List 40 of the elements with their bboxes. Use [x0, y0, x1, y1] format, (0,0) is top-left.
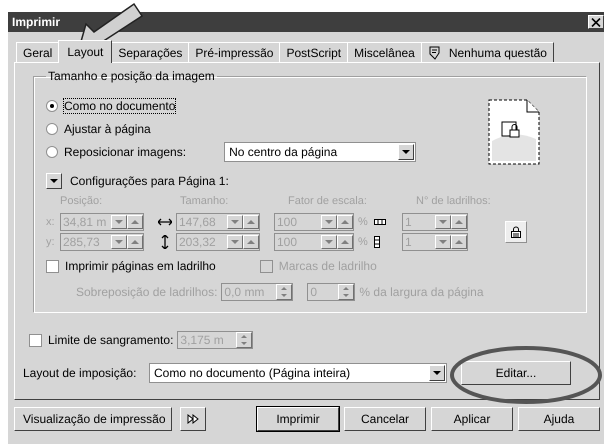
horizontal-tiles-icon	[374, 218, 386, 224]
field-label: Layout de imposição:	[23, 366, 138, 380]
dialog-button[interactable]: Cancelar	[344, 407, 426, 431]
dialog-button[interactable]: Imprimir	[257, 407, 339, 431]
edit-button[interactable]: Editar...	[461, 361, 571, 385]
print-preview-button[interactable]: Visualização de impressão	[14, 407, 172, 431]
width-arrow-icon	[158, 218, 172, 226]
radio-button[interactable]	[46, 123, 58, 135]
dialog-button[interactable]: Ajuda	[518, 407, 600, 431]
page-preview-icon	[488, 99, 540, 165]
reposition-dropdown[interactable]: No centro da página	[224, 142, 416, 162]
lock-icon	[510, 226, 521, 238]
dialog-button[interactable]: Aplicar	[431, 407, 513, 431]
imposition-dropdown[interactable]: Como no documento (Página inteira)	[149, 363, 447, 383]
radio-label[interactable]: Ajustar à página	[64, 122, 151, 136]
tab[interactable]: Geral	[16, 42, 60, 62]
close-icon	[591, 18, 601, 26]
more-button[interactable]	[180, 407, 206, 431]
tab[interactable]: Nenhuma questão	[420, 42, 554, 62]
radio-button[interactable]	[46, 146, 58, 158]
radio-label[interactable]: Como no documento	[64, 99, 176, 113]
radio-button[interactable]	[46, 100, 58, 112]
window-title: Imprimir	[12, 15, 60, 29]
unit-label: %	[358, 236, 368, 248]
group-title: Tamanho e posição da imagem	[47, 69, 216, 83]
checkbox-label[interactable]: Imprimir páginas em ladrilho	[65, 259, 216, 273]
expand-button[interactable]	[46, 173, 62, 189]
unit-label: %	[358, 216, 368, 228]
tab[interactable]: Miscelânea	[347, 42, 422, 62]
close-button[interactable]	[588, 15, 604, 29]
checkbox[interactable]	[46, 260, 59, 272]
section-label: Configurações para Página 1:	[70, 174, 229, 188]
tab[interactable]: Layout	[58, 40, 112, 63]
tab[interactable]: Separações	[111, 42, 190, 62]
radio-label[interactable]: Reposicionar imagens:	[64, 145, 186, 159]
tab[interactable]: Pré-impressão	[188, 42, 280, 62]
note-check-icon	[428, 46, 442, 60]
tab[interactable]: PostScript	[279, 42, 348, 62]
vertical-tiles-icon	[374, 236, 380, 248]
double-arrow-icon	[187, 414, 199, 424]
